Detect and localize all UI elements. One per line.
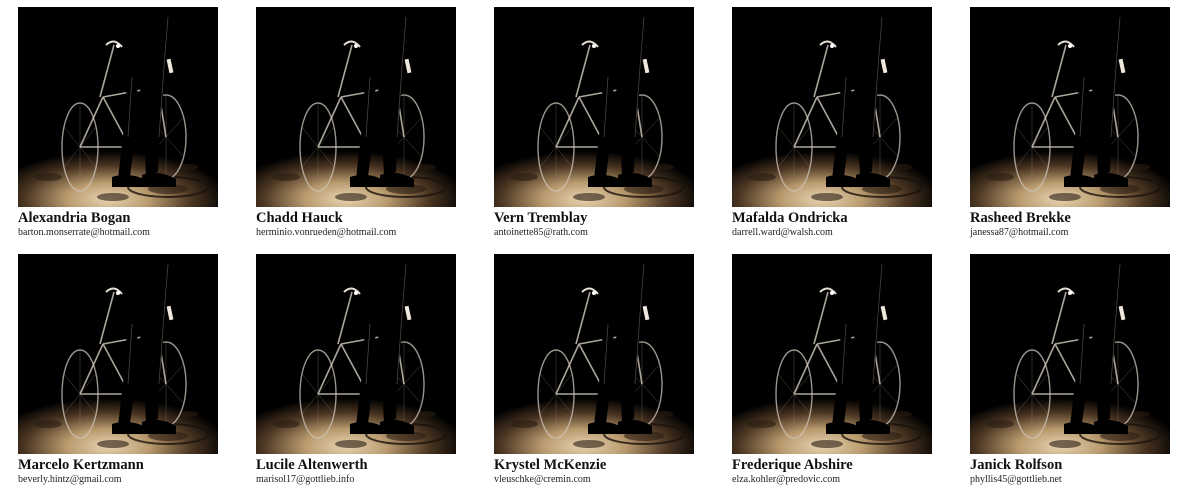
contact-email: elza.kohler@predovic.com [732,474,841,485]
contact-name: Mafalda Ondricka [732,210,848,226]
bicycle-photo-icon [18,7,218,207]
contact-name: Janick Rolfson [970,457,1063,473]
contact-name: Rasheed Brekke [970,210,1071,226]
contact-email: vleuschke@cremin.com [494,474,591,485]
bicycle-photo-icon [256,254,456,454]
contact-email: janessa87@hotmail.com [970,227,1069,238]
contact-name: Chadd Hauck [256,210,343,226]
contact-email: herminio.vonrueden@hotmail.com [256,227,397,238]
contact-card[interactable]: Janick Rolfson phyllis45@gottlieb.net [970,254,1170,488]
contact-email: darrell.ward@walsh.com [732,227,833,238]
contact-email: beverly.hintz@gmail.com [18,474,122,485]
bicycle-photo-icon [732,7,932,207]
bicycle-photo-icon [732,254,932,454]
bicycle-photo-icon [970,254,1170,454]
contact-email: phyllis45@gottlieb.net [970,474,1062,485]
bicycle-photo-icon [494,254,694,454]
contact-name: Vern Tremblay [494,210,588,226]
contact-card[interactable]: Mafalda Ondricka darrell.ward@walsh.com [732,7,932,241]
contact-email: barton.monserrate@hotmail.com [18,227,150,238]
bicycle-photo-icon [494,7,694,207]
contact-card[interactable]: Marcelo Kertzmann beverly.hintz@gmail.com [18,254,218,488]
contact-card[interactable]: Frederique Abshire elza.kohler@predovic.c… [732,254,932,488]
contact-grid: Alexandria Bogan barton.monserrate@hotmai… [18,7,1170,488]
contact-name: Lucile Altenwerth [256,457,368,473]
contact-name: Frederique Abshire [732,457,853,473]
contact-email: marisol17@gottlieb.info [256,474,355,485]
contact-name: Krystel McKenzie [494,457,607,473]
contact-card[interactable]: Chadd Hauck herminio.vonrueden@hotmail.co… [256,7,456,241]
bicycle-photo-icon [256,7,456,207]
contact-card[interactable]: Lucile Altenwerth marisol17@gottlieb.info [256,254,456,488]
bicycle-photo-icon [970,7,1170,207]
contact-card[interactable]: Rasheed Brekke janessa87@hotmail.com [970,7,1170,241]
bicycle-photo-icon [18,254,218,454]
contact-card[interactable]: Krystel McKenzie vleuschke@cremin.com [494,254,694,488]
contact-card[interactable]: Vern Tremblay antoinette85@rath.com [494,7,694,241]
contact-email: antoinette85@rath.com [494,227,588,238]
contact-card[interactable]: Alexandria Bogan barton.monserrate@hotmai… [18,7,218,241]
contact-name: Alexandria Bogan [18,210,131,226]
contact-name: Marcelo Kertzmann [18,457,144,473]
